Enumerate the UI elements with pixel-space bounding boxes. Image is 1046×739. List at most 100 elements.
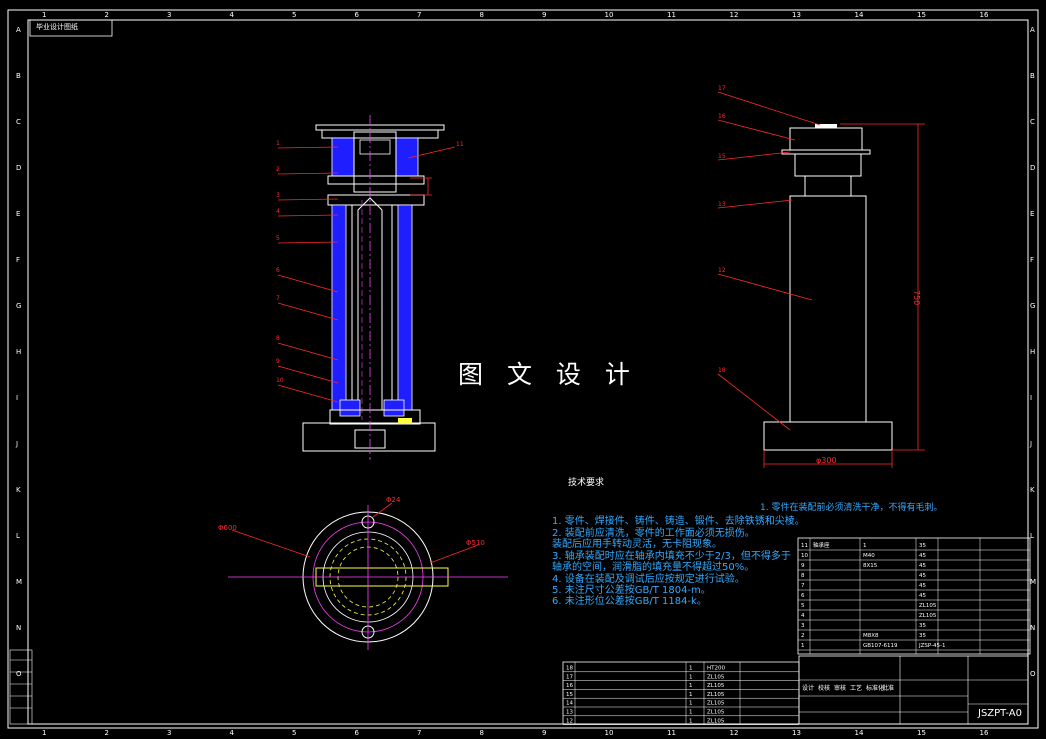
callout-label: 7 bbox=[276, 295, 280, 302]
table-cell: ZL105 bbox=[707, 683, 725, 689]
grid-col-label: 8 bbox=[480, 11, 484, 19]
revision-block bbox=[9, 649, 33, 725]
table-cell: 45 bbox=[919, 583, 926, 589]
table-cell: 7 bbox=[801, 583, 805, 589]
table-cell: 13 bbox=[566, 710, 573, 716]
parts-lower-rows: 18 1 HT200 17 1 ZL105 16 1 ZL105 15 1 ZL105 14 1 ZL105… bbox=[563, 662, 799, 725]
grid-row-label: D bbox=[16, 164, 21, 172]
table-cell: 15 bbox=[566, 692, 573, 698]
table-cell: 1 bbox=[689, 710, 693, 716]
tech-requirements-title: 技术要求 bbox=[568, 478, 605, 488]
grid-row-label: E bbox=[1030, 210, 1034, 218]
callout-label: 2 bbox=[276, 166, 280, 173]
front-view bbox=[302, 115, 445, 460]
grid-col-label: 11 bbox=[667, 11, 676, 19]
top-view: Φ600 Φ510 Φ24 bbox=[218, 496, 508, 650]
drawing-number: JSZPT-A0 bbox=[978, 708, 1022, 719]
watermark: 图 文 设 计 bbox=[458, 360, 638, 389]
grid-col-label: 9 bbox=[542, 11, 546, 19]
table-cell: 1 bbox=[689, 666, 693, 672]
grid-row-label: G bbox=[16, 302, 21, 310]
callout-label: 5 bbox=[276, 235, 280, 242]
table-cell: 45 bbox=[919, 563, 926, 569]
grid-col-label: 6 bbox=[355, 729, 360, 737]
table-cell: 45 bbox=[919, 593, 926, 599]
grid-row-label: I bbox=[1030, 394, 1032, 402]
table-cell: 4 bbox=[801, 613, 805, 619]
table-cell: M8X8 bbox=[863, 633, 879, 639]
side-view: 750 φ300 bbox=[763, 123, 925, 468]
table-cell: 2 bbox=[801, 633, 805, 639]
leader-line bbox=[277, 274, 339, 293]
grid-col-label: 4 bbox=[230, 11, 235, 19]
callout-label: 4 bbox=[276, 208, 280, 215]
grid-col-label: 9 bbox=[542, 729, 546, 737]
table-cell: JZSP-45-1 bbox=[918, 643, 946, 649]
grid-row-label: K bbox=[1030, 486, 1035, 494]
grid-row-label: K bbox=[16, 486, 21, 494]
grid-row-label: L bbox=[1030, 532, 1034, 540]
grid-col-label: 10 bbox=[605, 11, 614, 19]
grid-row-label: O bbox=[1030, 670, 1036, 678]
grid-row-label: F bbox=[1030, 256, 1034, 264]
table-cell: 1 bbox=[863, 543, 867, 549]
grid-col-label: 1 bbox=[42, 729, 46, 737]
grid-col-label: 13 bbox=[792, 11, 801, 19]
leader-line bbox=[717, 373, 791, 431]
table-cell: 17 bbox=[566, 674, 573, 680]
table-cell: 8 bbox=[801, 573, 805, 579]
side-view-callouts: 17 16 15 13 12 18 bbox=[717, 85, 821, 431]
grid-row-label: I bbox=[16, 394, 18, 402]
grid-col-label: 16 bbox=[980, 11, 989, 19]
grid-col-label: 8 bbox=[480, 729, 484, 737]
leader-line bbox=[717, 119, 796, 141]
grid-row-label: G bbox=[1030, 302, 1035, 310]
table-cell: ZL105 bbox=[707, 701, 725, 707]
grid-row-label: B bbox=[1030, 72, 1035, 80]
table-cell: 1 bbox=[689, 692, 693, 698]
parts-list-lower bbox=[562, 661, 800, 725]
callout-label: 13 bbox=[718, 201, 726, 208]
table-cell: 12 bbox=[566, 718, 573, 724]
callout-label: 16 bbox=[718, 113, 726, 120]
table-cell: 35 bbox=[919, 623, 926, 629]
callout-label: 17 bbox=[718, 85, 726, 92]
table-cell: 11 bbox=[801, 543, 808, 549]
grid-row-label: E bbox=[16, 210, 20, 218]
leader-line bbox=[277, 365, 339, 384]
dim-height: 750 bbox=[912, 290, 921, 305]
grid-col-label: 4 bbox=[230, 729, 235, 737]
table-cell: 5 bbox=[801, 603, 805, 609]
table-cell: ZL105 bbox=[919, 613, 937, 619]
table-cell: 1 bbox=[689, 718, 693, 724]
callout-label: 3 bbox=[276, 192, 280, 199]
table-cell: 45 bbox=[919, 553, 926, 559]
table-cell: 1 bbox=[801, 643, 805, 649]
zone-tag: 毕业设计图纸 bbox=[36, 23, 78, 31]
leader-line bbox=[717, 91, 821, 126]
grid-col-label: 5 bbox=[292, 729, 296, 737]
table-cell: 18 bbox=[566, 666, 573, 672]
grid-row-label: H bbox=[1030, 348, 1035, 356]
grid-col-label: 5 bbox=[292, 11, 296, 19]
grid-col-label: 16 bbox=[980, 729, 989, 737]
callout-label: 18 bbox=[718, 367, 726, 374]
leader-line bbox=[277, 342, 339, 361]
grid-col-label: 14 bbox=[855, 729, 864, 737]
grid-col-label: 14 bbox=[855, 11, 864, 19]
grid-col-label: 7 bbox=[417, 729, 421, 737]
grid-row-label: A bbox=[1030, 26, 1035, 34]
grid-col-label: 3 bbox=[167, 11, 171, 19]
callout-label: 12 bbox=[718, 267, 726, 274]
dim-outer-circle: Φ600 bbox=[218, 524, 237, 532]
table-cell: ZL105 bbox=[919, 603, 937, 609]
callout-label: 1 bbox=[276, 140, 280, 147]
grid-row-label: M bbox=[1030, 578, 1036, 586]
grid-row-label: O bbox=[16, 670, 22, 678]
grid-col-label: 12 bbox=[730, 729, 739, 737]
dim-hole: Φ24 bbox=[386, 496, 401, 504]
table-cell: HT200 bbox=[707, 666, 725, 672]
table-cell: 3 bbox=[801, 623, 805, 629]
table-cell: ZL105 bbox=[707, 718, 725, 724]
table-cell: 8X15 bbox=[863, 563, 878, 569]
